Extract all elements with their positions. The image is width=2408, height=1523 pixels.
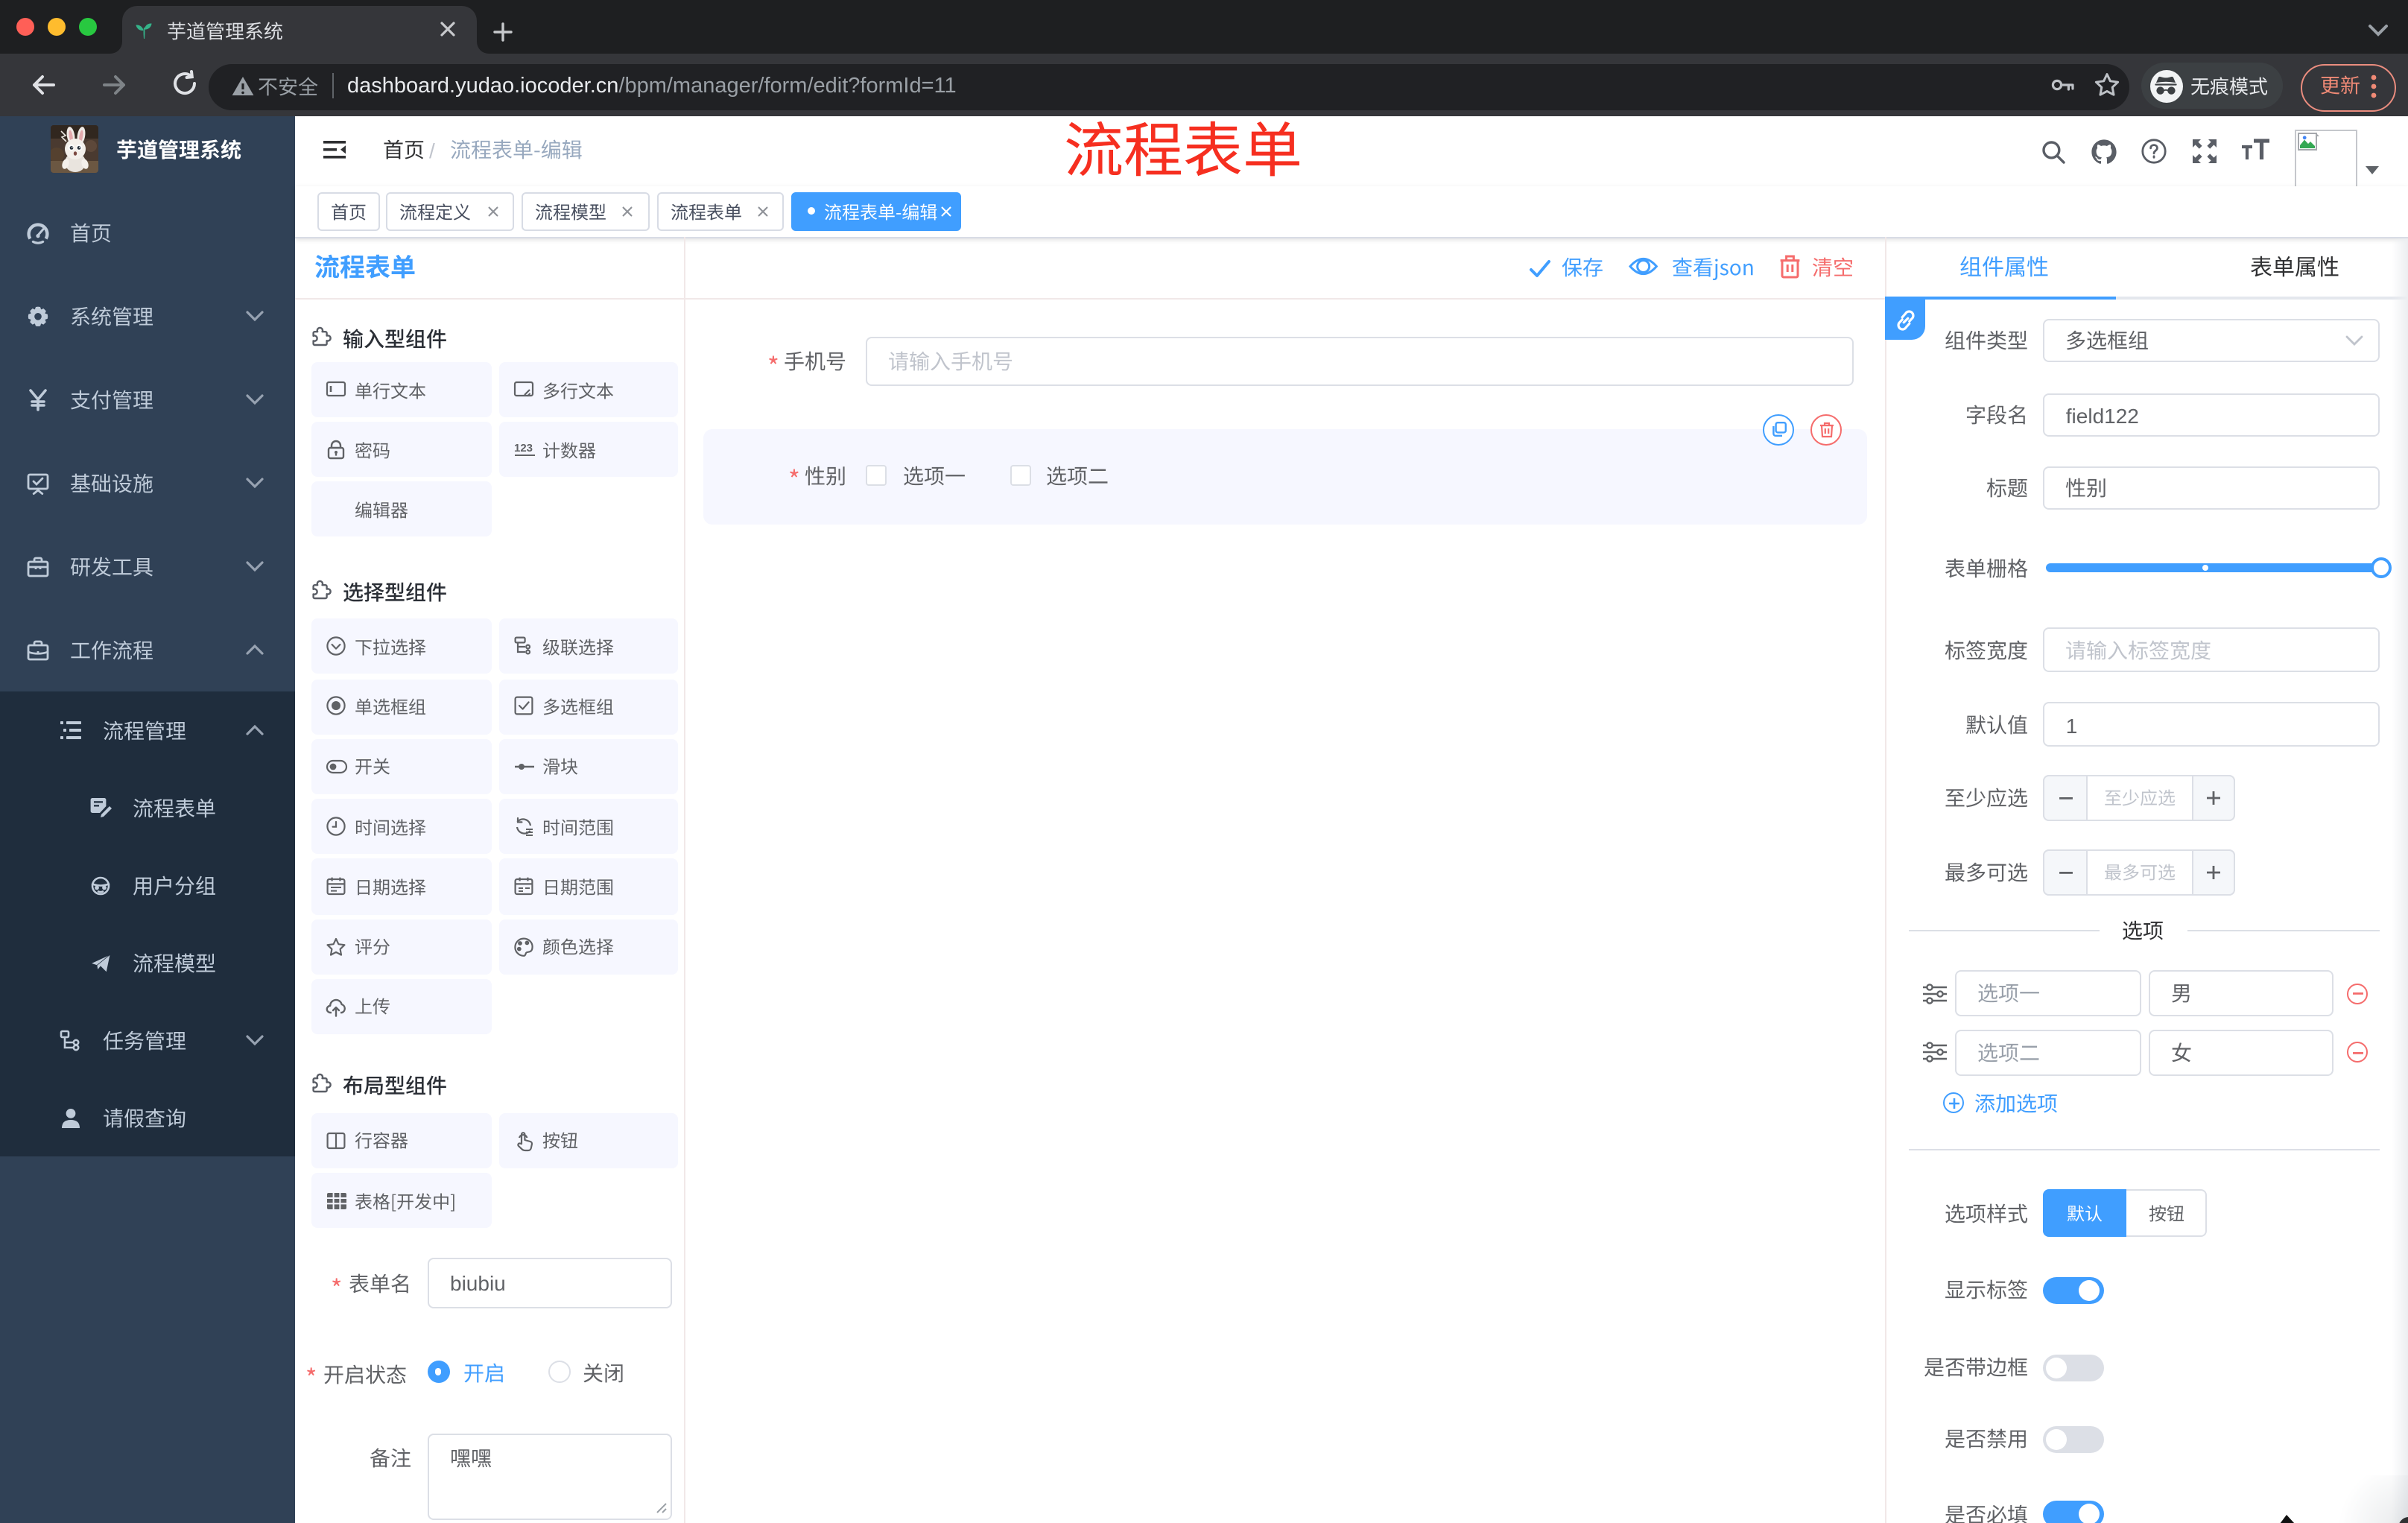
- svg-text:123: 123: [513, 442, 532, 455]
